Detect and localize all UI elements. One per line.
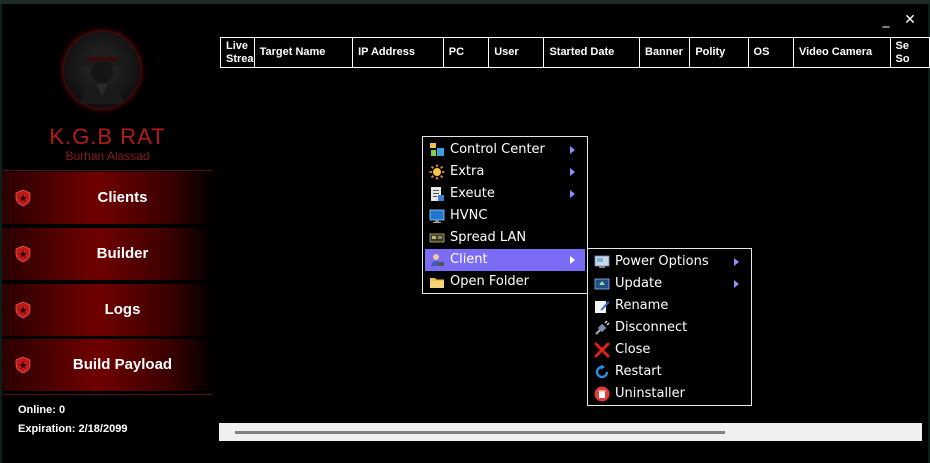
submenu-arrow-icon [570, 190, 575, 198]
nav-clients-label: Clients [97, 189, 148, 206]
submenu-arrow-icon [570, 256, 575, 264]
control-center-icon [430, 143, 444, 156]
update-icon [594, 278, 610, 290]
network-card-icon [429, 233, 445, 243]
brand-title: K.G.B RAT [49, 124, 166, 149]
column-header[interactable]: Polity [690, 38, 749, 67]
nav-divider [2, 170, 213, 171]
menu-item-exeute[interactable]: Exeute [425, 183, 585, 205]
nav-build-payload-button[interactable]: Build Payload [2, 339, 213, 391]
column-header[interactable]: PC [444, 38, 490, 67]
shield-icon [15, 189, 31, 207]
menu-item-restart[interactable]: Restart [590, 361, 749, 383]
column-header[interactable]: User [489, 38, 545, 67]
menu-item-rename[interactable]: Rename [590, 295, 749, 317]
context-menu: Control Center Extra Exeute HVNC Spread … [422, 136, 588, 294]
power-options-icon [594, 255, 610, 268]
user-desk-icon [431, 254, 444, 266]
app-window: _ ✕ K.G.B RAT Burhan Alassad Clients Bui… [2, 4, 930, 463]
column-header[interactable]: Video Camera [794, 38, 891, 67]
nav-divider [2, 394, 213, 395]
nav-logs-label: Logs [104, 301, 141, 318]
horizontal-scrollbar[interactable] [219, 423, 922, 441]
monitor-icon [429, 209, 445, 223]
online-count: Online: 0 [18, 404, 66, 416]
column-header[interactable]: OS [749, 38, 794, 67]
submenu-arrow-icon [734, 258, 739, 266]
trash-icon [594, 386, 610, 402]
shield-icon [15, 356, 31, 374]
brand-subtitle: Burhan Alassad [65, 149, 150, 163]
menu-item-control-center[interactable]: Control Center [425, 139, 585, 161]
expiration-date: Expiration: 2/18/2099 [18, 423, 128, 435]
menu-item-extra[interactable]: Extra [425, 161, 585, 183]
clients-table-header: Live Stream Target Name IP Address PC Us… [220, 37, 930, 68]
spy-hat-logo-icon [62, 30, 142, 110]
shield-icon [15, 245, 31, 263]
submenu-arrow-icon [570, 146, 575, 154]
menu-item-client[interactable]: Client [425, 249, 585, 271]
shield-icon [15, 301, 31, 319]
menu-item-power-options[interactable]: Power Options [590, 251, 749, 273]
column-header[interactable]: Live Stream [221, 38, 255, 67]
nav-builder-button[interactable]: Builder [2, 228, 213, 280]
sun-gear-icon [429, 164, 445, 180]
close-window-button[interactable]: ✕ [900, 12, 920, 28]
menu-item-spread-lan[interactable]: Spread LAN [425, 227, 585, 249]
menu-item-open-folder[interactable]: Open Folder [425, 271, 585, 293]
client-submenu: Power Options Update Rename Disconnect C… [587, 248, 752, 406]
folder-icon [430, 278, 444, 288]
column-header[interactable]: Banner [640, 38, 691, 67]
scrollbar-thumb[interactable] [235, 431, 725, 434]
menu-item-close[interactable]: Close [590, 339, 749, 361]
minimize-button[interactable]: _ [876, 12, 896, 28]
sidebar: K.G.B RAT Burhan Alassad Clients Builder [2, 4, 213, 463]
restart-icon [595, 364, 609, 379]
menu-item-update[interactable]: Update [590, 273, 749, 295]
menu-item-disconnect[interactable]: Disconnect [590, 317, 749, 339]
nav-clients-button[interactable]: Clients [2, 172, 213, 224]
submenu-arrow-icon [734, 280, 739, 288]
plug-icon [595, 320, 610, 335]
column-header[interactable]: Started Date [544, 38, 640, 67]
app-window-frame: _ ✕ K.G.B RAT Burhan Alassad Clients Bui… [0, 0, 930, 463]
nav-logs-button[interactable]: Logs [2, 284, 213, 336]
nav-builder-label: Builder [96, 245, 149, 262]
menu-item-uninstaller[interactable]: Uninstaller [590, 383, 749, 405]
rename-pencil-icon [595, 301, 610, 313]
nav-build-payload-label: Build Payload [72, 356, 173, 373]
column-header[interactable]: Target Name [255, 38, 354, 67]
submenu-arrow-icon [570, 168, 575, 176]
document-icon [431, 187, 444, 201]
red-x-icon [594, 342, 610, 358]
column-header[interactable]: Se So [891, 38, 930, 67]
column-header[interactable]: IP Address [353, 38, 444, 67]
menu-item-hvnc[interactable]: HVNC [425, 205, 585, 227]
